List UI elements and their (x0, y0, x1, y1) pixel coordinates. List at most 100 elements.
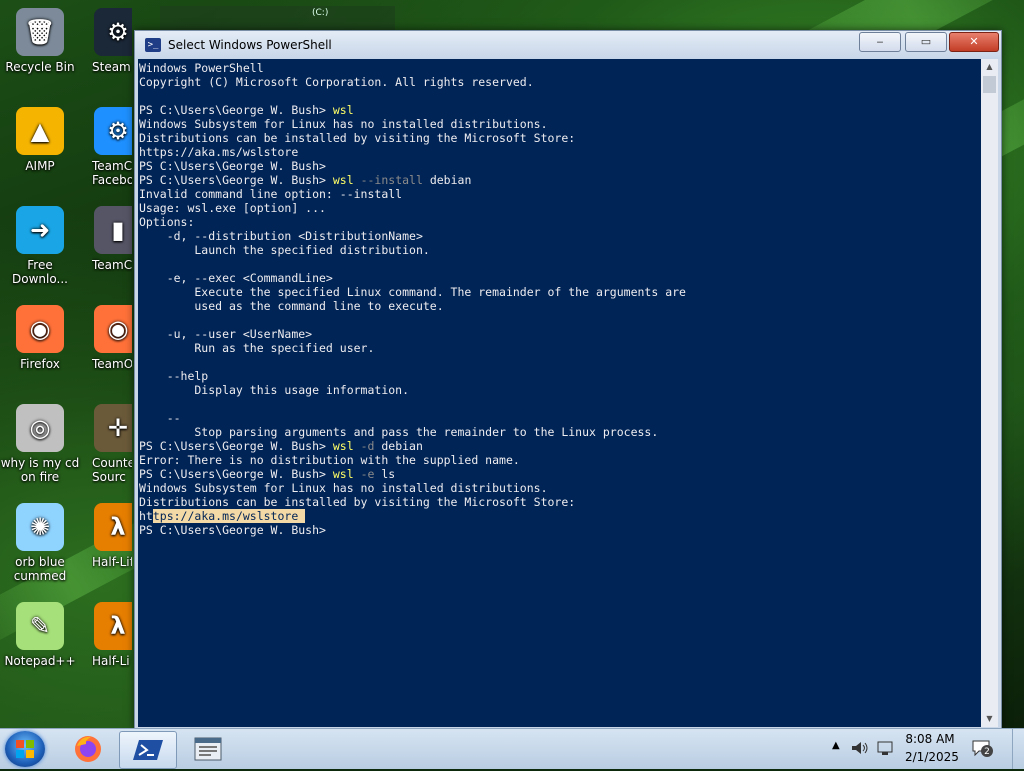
firefox-icon: ◉ (94, 305, 132, 353)
start-button[interactable] (5, 731, 45, 767)
console-line: Error: There is no distribution with the… (139, 453, 520, 467)
desktop-icon[interactable]: ◉ TeamOS (92, 305, 132, 371)
clock-date[interactable]: 2/1/2025 (905, 750, 959, 764)
teamc-icon: ▮ (94, 206, 132, 254)
gear-icon: ⚙ (94, 107, 132, 155)
desktop-icon[interactable]: ✺ orb blue cummed (0, 503, 80, 583)
show-hidden-icons-icon[interactable]: ▲ (832, 740, 840, 751)
powershell-window[interactable]: >_ Select Windows PowerShell ‒ ▭ ✕ Windo… (134, 30, 1002, 730)
close-button[interactable]: ✕ (949, 32, 999, 52)
console-line: Distributions can be installed by visiti… (139, 495, 576, 509)
half-life-icon: λ (94, 602, 132, 650)
console-text[interactable]: Windows PowerShell Copyright (C) Microsof… (138, 59, 981, 537)
taskbar-firefox-button[interactable] (60, 731, 116, 767)
desktop-icon-label: TeamOS (92, 357, 132, 371)
console-line: https://aka.ms/wslstore (139, 509, 306, 523)
console-line: Windows Subsystem for Linux has no insta… (139, 481, 548, 495)
selected-text[interactable]: tps://aka.ms/wslstore (152, 509, 306, 523)
taskbar-powershell-button[interactable] (119, 731, 177, 769)
scroll-down-arrow-icon[interactable]: ▼ (981, 711, 998, 727)
show-desktop-button[interactable] (1012, 729, 1024, 769)
drive-label: (C:) (312, 8, 329, 18)
drive-widget[interactable]: (C:) (160, 6, 395, 32)
notification-count: 2 (984, 747, 990, 757)
console-line: Usage: wsl.exe [option] ... (139, 201, 326, 215)
console-line: -e, --exec <CommandLine> (139, 271, 333, 285)
desktop-icon[interactable]: λ Half-Li Sourc (92, 602, 132, 668)
powershell-icon (133, 740, 163, 760)
console-output[interactable]: Windows PowerShell Copyright (C) Microsof… (138, 59, 981, 727)
minimize-button[interactable]: ‒ (859, 32, 901, 52)
console-line: -- (139, 411, 181, 425)
desktop-icon[interactable]: ⚙ Steam (92, 8, 132, 74)
desktop-icon[interactable]: ▮ TeamC (92, 206, 132, 272)
desktop-icon-label: TeamC Facebo (92, 159, 132, 187)
desktop-icon-label: Free Downlo... (12, 258, 68, 286)
desktop-icon[interactable]: ✎ Notepad++ (0, 602, 80, 668)
aimp-icon: ▲ (16, 107, 64, 155)
console-line: https://aka.ms/wslstore (139, 145, 299, 159)
volume-icon[interactable] (850, 740, 870, 756)
network-icon[interactable] (876, 740, 896, 756)
windows-logo-icon (16, 740, 34, 758)
console-line: Invalid command line option: --install (139, 187, 403, 201)
desktop-icon-label: Notepad++ (4, 654, 76, 668)
window-titlebar[interactable]: >_ Select Windows PowerShell ‒ ▭ ✕ (135, 31, 1001, 59)
desktop-icon-label: Recycle Bin (5, 60, 75, 74)
scroll-thumb[interactable] (983, 76, 996, 93)
console-line: Stop parsing arguments and pass the rema… (139, 425, 659, 439)
firefox-icon (75, 736, 101, 762)
clock-time[interactable]: 8:08 AM (905, 732, 955, 746)
console-line: PS C:\Users\George W. Bush> wsl -e ls (139, 467, 396, 481)
desktop-icon-label: why is my cd on fire (0, 456, 80, 484)
scroll-up-arrow-icon[interactable]: ▲ (981, 59, 998, 75)
console-line: PS C:\Users\George W. Bush> (139, 159, 326, 173)
console-line: Windows PowerShell (139, 61, 264, 75)
console-line: Windows Subsystem for Linux has no insta… (139, 117, 548, 131)
console-line: -d, --distribution <DistributionName> (139, 229, 423, 243)
free-download-manager-icon: ➜ (16, 206, 64, 254)
console-line: -u, --user <UserName> (139, 327, 313, 341)
counter-strike-icon: ✛ (94, 404, 132, 452)
recycle-bin-icon: 🗑 (16, 8, 64, 56)
action-center-icon[interactable]: 2 (971, 739, 993, 757)
desktop-icon[interactable]: ✛ Counter- Sourc (92, 404, 132, 484)
desktop-icon-label: TeamC (92, 258, 132, 272)
console-line: Options: (139, 215, 195, 229)
console-line: PS C:\Users\George W. Bush> wsl --instal… (139, 173, 472, 187)
console-line: used as the command line to execute. (139, 299, 444, 313)
desktop-icon[interactable]: λ Half-Lif (92, 503, 132, 569)
desktop-icon-label: Firefox (20, 357, 60, 371)
notepad-plus-plus-icon: ✎ (16, 602, 64, 650)
desktop-icon[interactable]: ◎ why is my cd on fire (0, 404, 80, 484)
console-line: Run as the specified user. (139, 341, 375, 355)
powershell-icon: >_ (145, 38, 161, 52)
taskbar: ▲ 8:08 AM 2/1/2025 2 (0, 728, 1024, 769)
desktop-icon[interactable]: ◉ Firefox (0, 305, 80, 371)
desktop-icon-label: AIMP (25, 159, 55, 173)
console-line: Display this usage information. (139, 383, 410, 397)
desktop-icon-label: Half-Li Sourc (92, 654, 132, 668)
half-life-icon: λ (94, 503, 132, 551)
desktop-icon[interactable]: ▲ AIMP (0, 107, 80, 173)
console-line: PS C:\Users\George W. Bush> wsl -d debia… (139, 439, 423, 453)
firefox-icon: ◉ (16, 305, 64, 353)
console-line: Execute the specified Linux command. The… (139, 285, 686, 299)
desktop-icon[interactable]: ➜ Free Downlo... (0, 206, 80, 286)
desktop-icon-label: Counter- Sourc (92, 456, 132, 484)
console-line: --help (139, 369, 209, 383)
desktop-icon[interactable]: 🗑 Recycle Bin (0, 8, 80, 74)
console-line: Distributions can be installed by visiti… (139, 131, 576, 145)
vertical-scrollbar[interactable]: ▲ ▼ (981, 59, 998, 727)
console-line: Copyright (C) Microsoft Corporation. All… (139, 75, 534, 89)
blue-orb-icon: ✺ (16, 503, 64, 551)
maximize-button[interactable]: ▭ (905, 32, 947, 52)
desktop-icon[interactable]: ⚙ TeamC Facebo (92, 107, 132, 187)
cd-on-fire-icon: ◎ (16, 404, 64, 452)
steam-icon: ⚙ (94, 8, 132, 56)
taskbar-app-button[interactable] (180, 731, 236, 767)
